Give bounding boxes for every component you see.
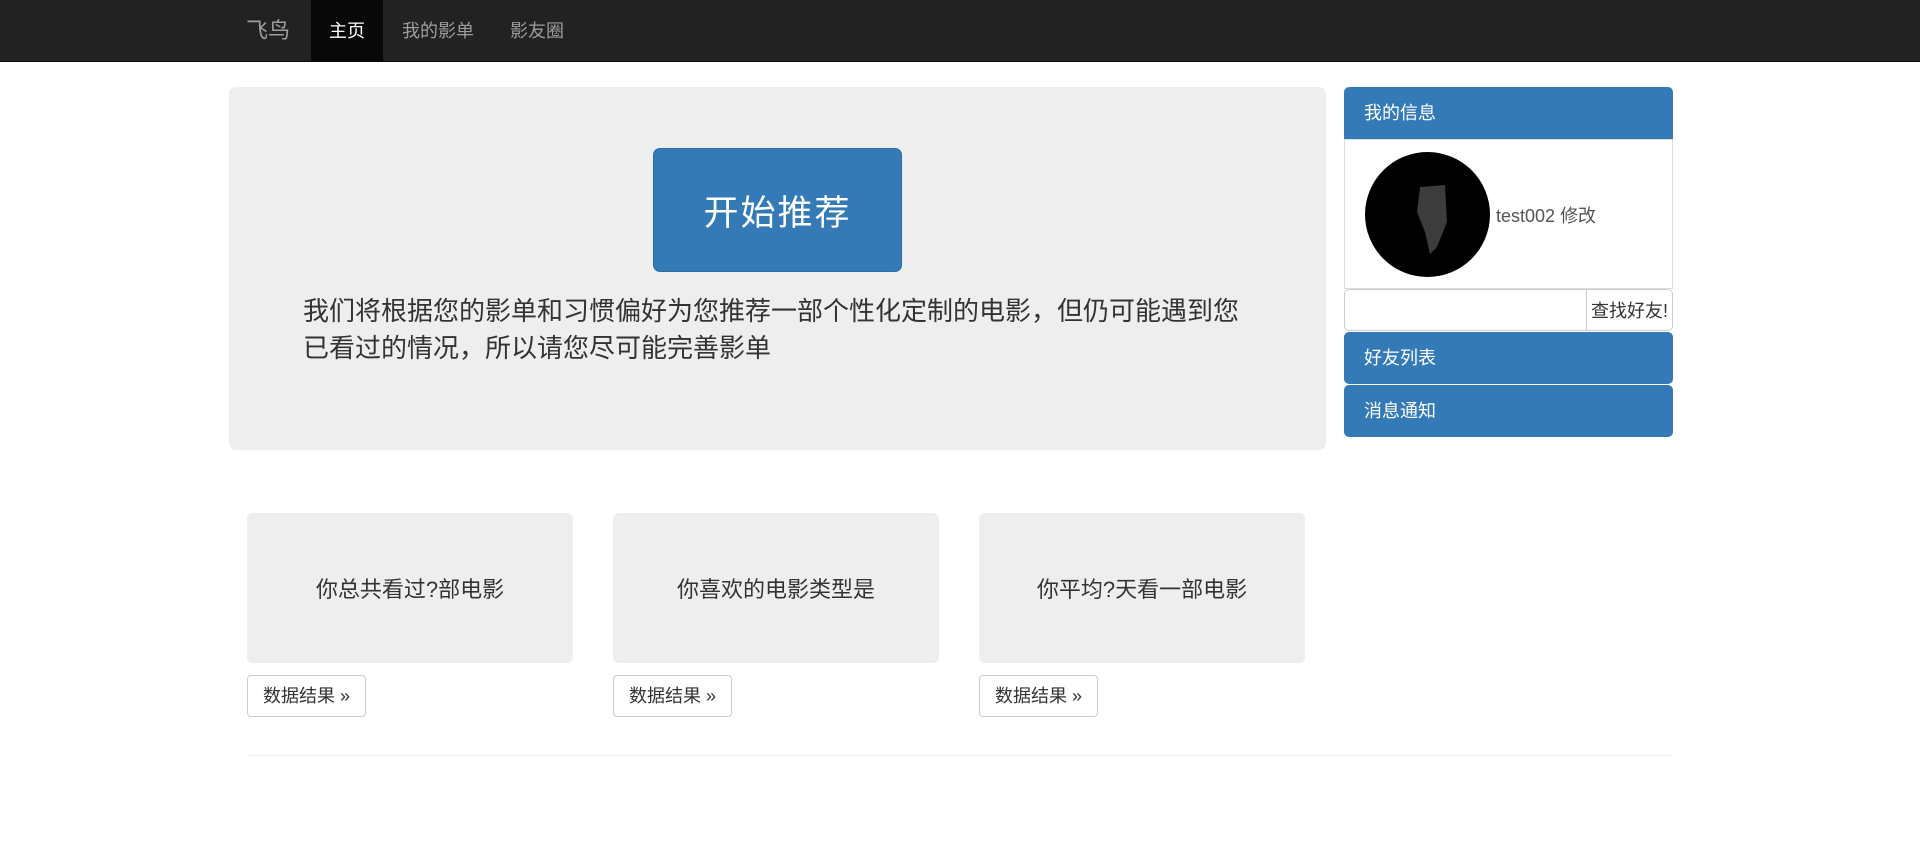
stat-card-favorite-genre: 你喜欢的电影类型是 xyxy=(613,513,939,663)
nav-movie-friends[interactable]: 影友圈 xyxy=(492,0,582,62)
nav-home[interactable]: 主页 xyxy=(311,0,383,62)
navbar: 飞鸟 主页 我的影单 影友圈 xyxy=(0,0,1920,62)
user-info: test002 修改 xyxy=(1496,202,1596,228)
friend-search: 查找好友! xyxy=(1344,289,1673,331)
stat-card-total-watched: 你总共看过?部电影 xyxy=(247,513,573,663)
my-info-panel: 我的信息 test002 修改 查找好友! 好友列表 消息通知 xyxy=(1344,87,1673,437)
notifications-button[interactable]: 消息通知 xyxy=(1344,385,1673,437)
stat-card-watch-frequency: 你平均?天看一部电影 xyxy=(979,513,1305,663)
panel-title: 我的信息 xyxy=(1344,87,1673,139)
brand-logo[interactable]: 飞鸟 xyxy=(246,0,290,62)
find-friend-button[interactable]: 查找好友! xyxy=(1587,289,1673,331)
username: test002 xyxy=(1496,206,1556,226)
divider xyxy=(247,755,1673,756)
friend-search-input[interactable] xyxy=(1344,289,1587,331)
jumbotron: 开始推荐 我们将根据您的影单和习惯偏好为您推荐一部个性化定制的电影，但仍可能遇到… xyxy=(229,87,1326,450)
start-recommend-button[interactable]: 开始推荐 xyxy=(653,148,902,272)
data-result-button[interactable]: 数据结果 » xyxy=(979,675,1099,717)
data-result-button[interactable]: 数据结果 » xyxy=(247,675,367,717)
data-result-button[interactable]: 数据结果 » xyxy=(613,675,733,717)
avatar xyxy=(1365,152,1490,277)
friends-list-button[interactable]: 好友列表 xyxy=(1344,332,1673,384)
recommend-description: 我们将根据您的影单和习惯偏好为您推荐一部个性化定制的电影，但仍可能遇到您已看过的… xyxy=(303,296,1240,363)
panel-body: test002 修改 xyxy=(1344,139,1673,289)
edit-profile-link[interactable]: 修改 xyxy=(1560,206,1596,226)
mask-face-icon xyxy=(1417,185,1447,254)
nav-my-movie-list[interactable]: 我的影单 xyxy=(384,0,492,62)
